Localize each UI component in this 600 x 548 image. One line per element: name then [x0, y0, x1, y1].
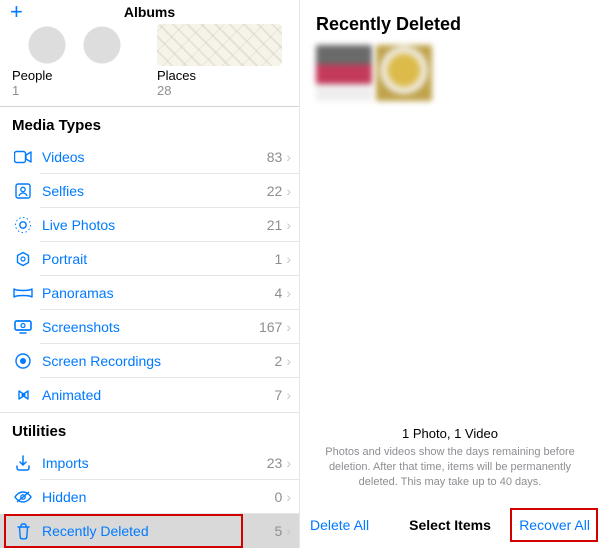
info-text: 1 Photo, 1 Video Photos and videos show …	[300, 418, 600, 502]
row-animated[interactable]: Animated 7 ›	[0, 378, 299, 412]
chevron-right-icon: ›	[284, 285, 291, 301]
row-screenshots[interactable]: Screenshots 167 ›	[0, 310, 299, 344]
delete-all-button[interactable]: Delete All	[310, 517, 369, 533]
album-count: 1	[12, 83, 137, 98]
animated-icon	[12, 387, 34, 403]
album-people[interactable]: People 1	[12, 24, 137, 98]
media-types-list: Videos 83 › Selfies 22 › Live Photos 21 …	[0, 140, 299, 412]
add-album-button[interactable]: +	[10, 1, 23, 23]
screenshots-icon	[12, 320, 34, 334]
info-detail: Photos and videos show the days remainin…	[318, 445, 582, 490]
row-screen-recordings[interactable]: Screen Recordings 2 ›	[0, 344, 299, 378]
row-hidden[interactable]: Hidden 0 ›	[0, 480, 299, 514]
row-portrait[interactable]: Portrait 1 ›	[0, 242, 299, 276]
recover-all-button[interactable]: Recover All	[519, 517, 590, 533]
row-label: Videos	[34, 149, 267, 165]
row-count: 5	[275, 523, 285, 539]
row-count: 22	[267, 183, 285, 199]
livephotos-icon	[12, 216, 34, 234]
chevron-right-icon: ›	[284, 387, 291, 403]
bottom-toolbar: Delete All Select Items Recover All	[300, 502, 600, 548]
albums-grid: People 1 Places 28	[0, 24, 299, 106]
row-count: 0	[275, 489, 285, 505]
trash-icon	[12, 523, 34, 540]
row-count: 2	[275, 353, 285, 369]
chevron-right-icon: ›	[284, 353, 291, 369]
row-label: Live Photos	[34, 217, 267, 233]
chevron-right-icon: ›	[284, 489, 291, 505]
album-label: Places	[157, 68, 282, 83]
chevron-right-icon: ›	[284, 149, 291, 165]
album-count: 28	[157, 83, 282, 98]
row-label: Screen Recordings	[34, 353, 275, 369]
utilities-list: Imports 23 › Hidden 0 › Recently Deleted…	[0, 446, 299, 548]
portrait-icon	[12, 251, 34, 267]
deleted-item-thumbnail[interactable]	[376, 45, 432, 101]
page-title: Recently Deleted	[300, 0, 600, 45]
screenrec-icon	[12, 352, 34, 370]
row-videos[interactable]: Videos 83 ›	[0, 140, 299, 174]
chevron-right-icon: ›	[284, 251, 291, 267]
row-label: Portrait	[34, 251, 275, 267]
imports-icon	[12, 455, 34, 471]
selfies-icon	[12, 183, 34, 199]
deleted-item-thumbnail[interactable]	[316, 45, 372, 101]
row-panoramas[interactable]: Panoramas 4 ›	[0, 276, 299, 310]
select-items-button[interactable]: Select Items	[409, 517, 491, 533]
chevron-right-icon: ›	[284, 455, 291, 471]
row-count: 23	[267, 455, 285, 471]
row-label: Recently Deleted	[34, 523, 275, 539]
nav-title: Albums	[124, 4, 175, 20]
row-label: Panoramas	[34, 285, 275, 301]
row-count: 167	[259, 319, 284, 335]
row-count: 21	[267, 217, 285, 233]
section-utilities: Utilities	[0, 412, 299, 446]
chevron-right-icon: ›	[284, 183, 291, 199]
panorama-icon	[12, 287, 34, 299]
deleted-items-grid	[300, 45, 600, 101]
row-recently-deleted[interactable]: Recently Deleted 5 ›	[0, 514, 299, 548]
row-label: Imports	[34, 455, 267, 471]
video-icon	[12, 150, 34, 164]
row-count: 1	[275, 251, 285, 267]
row-label: Screenshots	[34, 319, 259, 335]
places-thumbnail	[157, 24, 282, 66]
row-label: Animated	[34, 387, 275, 403]
row-imports[interactable]: Imports 23 ›	[0, 446, 299, 480]
row-count: 4	[275, 285, 285, 301]
row-selfies[interactable]: Selfies 22 ›	[0, 174, 299, 208]
row-label: Selfies	[34, 183, 267, 199]
chevron-right-icon: ›	[284, 523, 291, 539]
album-places[interactable]: Places 28	[157, 24, 282, 98]
section-media-types: Media Types	[0, 106, 299, 140]
row-count: 7	[275, 387, 285, 403]
chevron-right-icon: ›	[284, 319, 291, 335]
album-label: People	[12, 68, 137, 83]
row-label: Hidden	[34, 489, 275, 505]
hidden-icon	[12, 490, 34, 504]
people-thumbnail	[12, 24, 137, 66]
info-summary: 1 Photo, 1 Video	[318, 426, 582, 441]
albums-nav-bar: + Albums	[0, 0, 299, 24]
chevron-right-icon: ›	[284, 217, 291, 233]
row-livephotos[interactable]: Live Photos 21 ›	[0, 208, 299, 242]
row-count: 83	[267, 149, 285, 165]
